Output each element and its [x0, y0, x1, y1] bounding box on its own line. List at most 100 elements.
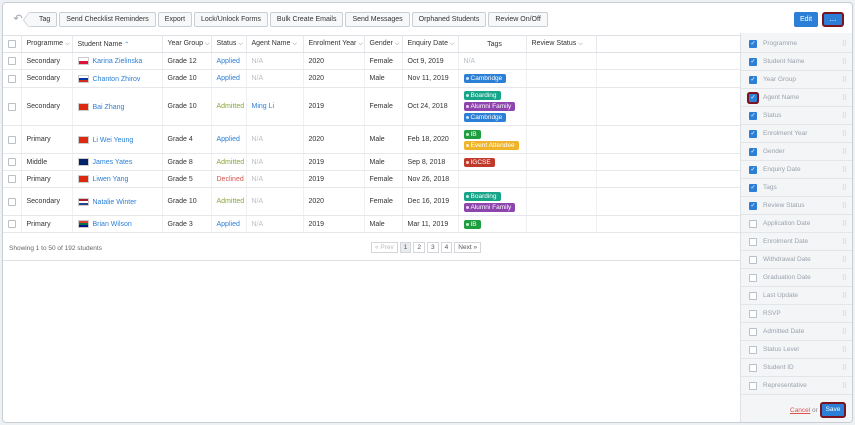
- column-option[interactable]: Enrolment Date ⠿: [741, 233, 852, 251]
- header-review-status[interactable]: Review Status ⌵: [526, 35, 597, 53]
- row-checkbox[interactable]: [8, 74, 16, 83]
- review-on-off-button[interactable]: Review On/Off: [488, 11, 548, 27]
- column-checkbox[interactable]: [749, 237, 757, 246]
- table-row[interactable]: Middle James Yates Grade 8 Admitted N/A 2019 M…: [3, 153, 740, 171]
- page-2-button[interactable]: 2: [413, 242, 426, 253]
- column-checkbox[interactable]: [749, 345, 757, 354]
- column-option[interactable]: ✓ Review Status ⠿: [741, 197, 852, 215]
- column-option[interactable]: Admitted Date ⠿: [741, 323, 852, 341]
- column-checkbox[interactable]: ✓: [749, 183, 757, 192]
- column-checkbox[interactable]: [749, 273, 757, 282]
- column-option[interactable]: ✓ Enquiry Date ⠿: [741, 161, 852, 179]
- row-checkbox[interactable]: [8, 135, 16, 144]
- header-student-name[interactable]: Student Name ⌃: [72, 35, 163, 53]
- drag-handle-icon[interactable]: ⠿: [842, 292, 847, 300]
- column-checkbox[interactable]: [749, 363, 757, 372]
- student-name-link[interactable]: Bai Zhang: [93, 103, 125, 110]
- column-checkbox[interactable]: [749, 255, 757, 264]
- drag-handle-icon[interactable]: ⠿: [842, 76, 847, 84]
- column-checkbox[interactable]: [749, 327, 757, 336]
- drag-handle-icon[interactable]: ⠿: [842, 310, 847, 318]
- student-name-link[interactable]: James Yates: [93, 159, 133, 166]
- column-checkbox[interactable]: ✓: [749, 147, 757, 156]
- header-year-group[interactable]: Year Group ⌵: [162, 35, 212, 53]
- column-option[interactable]: Representative ⠿: [741, 377, 852, 395]
- column-checkbox[interactable]: [749, 309, 757, 318]
- column-option[interactable]: ✓ Status ⠿: [741, 107, 852, 125]
- send-checklist-reminders-button[interactable]: Send Checklist Reminders: [59, 11, 156, 27]
- send-messages-button[interactable]: Send Messages: [345, 11, 410, 27]
- row-checkbox[interactable]: [8, 158, 16, 166]
- page-1-button[interactable]: 1: [399, 242, 412, 253]
- column-option[interactable]: ✓ Year Group ⠿: [741, 71, 852, 89]
- drag-handle-icon[interactable]: ⠿: [842, 184, 847, 192]
- drag-handle-icon[interactable]: ⠿: [842, 148, 847, 156]
- student-name-link[interactable]: Chanton Zhirov: [93, 75, 141, 82]
- column-checkbox[interactable]: ✓: [749, 39, 757, 48]
- drag-handle-icon[interactable]: ⠿: [842, 112, 847, 120]
- student-name-link[interactable]: Liwen Yang: [93, 176, 129, 183]
- column-option[interactable]: Application Date ⠿: [741, 215, 852, 233]
- column-option[interactable]: Graduation Date ⠿: [741, 269, 852, 287]
- column-option[interactable]: Withdrawal Date ⠿: [741, 251, 852, 269]
- column-option[interactable]: RSVP ⠿: [741, 305, 852, 323]
- drag-handle-icon[interactable]: ⠿: [842, 58, 847, 66]
- next-page-button[interactable]: Next »: [454, 242, 482, 253]
- row-checkbox[interactable]: [8, 175, 16, 183]
- column-option[interactable]: Last Update ⠿: [741, 287, 852, 305]
- student-name-link[interactable]: Li Wei Yeung: [93, 136, 134, 143]
- drag-handle-icon[interactable]: ⠿: [842, 274, 847, 282]
- drag-handle-icon[interactable]: ⠿: [842, 130, 847, 138]
- drag-handle-icon[interactable]: ⠿: [842, 382, 847, 390]
- column-checkbox[interactable]: [749, 219, 757, 228]
- column-checkbox[interactable]: ✓: [749, 201, 757, 210]
- table-row[interactable]: Secondary Natalie Winter Grade 10 Admitted N…: [3, 187, 740, 216]
- column-checkbox[interactable]: ✓: [749, 93, 757, 102]
- column-option[interactable]: ✓ Agent Name ⠿: [741, 89, 852, 107]
- table-row[interactable]: Secondary Bai Zhang Grade 10 Admitted Ming L…: [3, 87, 740, 126]
- prev-page-button[interactable]: « Prev: [371, 242, 398, 253]
- column-option[interactable]: ✓ Programme ⠿: [741, 35, 852, 53]
- header-programme[interactable]: Programme ⌵: [21, 35, 73, 53]
- drag-handle-icon[interactable]: ⠿: [842, 328, 847, 336]
- row-checkbox[interactable]: [8, 220, 16, 228]
- drag-handle-icon[interactable]: ⠿: [842, 346, 847, 354]
- cancel-link[interactable]: Cancel: [790, 407, 810, 414]
- column-checkbox[interactable]: ✓: [749, 57, 757, 66]
- column-checkbox[interactable]: ✓: [749, 111, 757, 120]
- header-gender[interactable]: Gender ⌵: [364, 35, 403, 53]
- edit-button[interactable]: Edit: [794, 12, 818, 27]
- table-row[interactable]: Secondary Chanton Zhirov Grade 10 Applied N/…: [3, 69, 740, 88]
- row-checkbox[interactable]: [8, 102, 16, 111]
- drag-handle-icon[interactable]: ⠿: [842, 94, 847, 102]
- row-checkbox[interactable]: [8, 197, 16, 206]
- student-name-link[interactable]: Brian Wilson: [93, 221, 132, 228]
- drag-handle-icon[interactable]: ⠿: [842, 166, 847, 174]
- drag-handle-icon[interactable]: ⠿: [842, 202, 847, 210]
- drag-handle-icon[interactable]: ⠿: [842, 256, 847, 264]
- page-3-button[interactable]: 3: [427, 242, 439, 253]
- table-row[interactable]: Primary Li Wei Yeung Grade 4 Applied N/A 2020…: [3, 125, 740, 154]
- select-all-checkbox[interactable]: [8, 40, 16, 48]
- column-option[interactable]: ✓ Gender ⠿: [741, 143, 852, 161]
- page-4-button[interactable]: 4: [440, 242, 453, 253]
- lock-unlock-forms-button[interactable]: Lock/Unlock Forms: [194, 11, 268, 27]
- header-agent-name[interactable]: Agent Name ⌵: [246, 35, 304, 53]
- cell-agent-name[interactable]: Ming Li: [246, 87, 304, 126]
- table-row[interactable]: Secondary Karina Zielinska Grade 12 Applied…: [3, 52, 740, 70]
- student-name-link[interactable]: Karina Zielinska: [93, 58, 143, 65]
- column-checkbox[interactable]: ✓: [749, 165, 757, 174]
- row-checkbox[interactable]: [8, 57, 16, 65]
- orphaned-students-button[interactable]: Orphaned Students: [411, 11, 487, 27]
- table-row[interactable]: Primary Brian Wilson Grade 3 Applied N/A 2019…: [3, 215, 740, 233]
- more-options-button[interactable]: ...: [822, 12, 844, 27]
- column-option[interactable]: Student ID ⠿: [741, 359, 852, 377]
- column-checkbox[interactable]: ✓: [749, 129, 757, 138]
- table-row[interactable]: Primary Liwen Yang Grade 5 Declined N/A 2019 F…: [3, 170, 740, 188]
- header-tags[interactable]: Tags: [458, 35, 527, 53]
- drag-handle-icon[interactable]: ⠿: [842, 220, 847, 228]
- tag-button[interactable]: Tag: [22, 11, 58, 28]
- column-option[interactable]: ✓ Enrolment Year ⠿: [741, 125, 852, 143]
- column-option[interactable]: ✓ Tags ⠿: [741, 179, 852, 197]
- drag-handle-icon[interactable]: ⠿: [842, 238, 847, 246]
